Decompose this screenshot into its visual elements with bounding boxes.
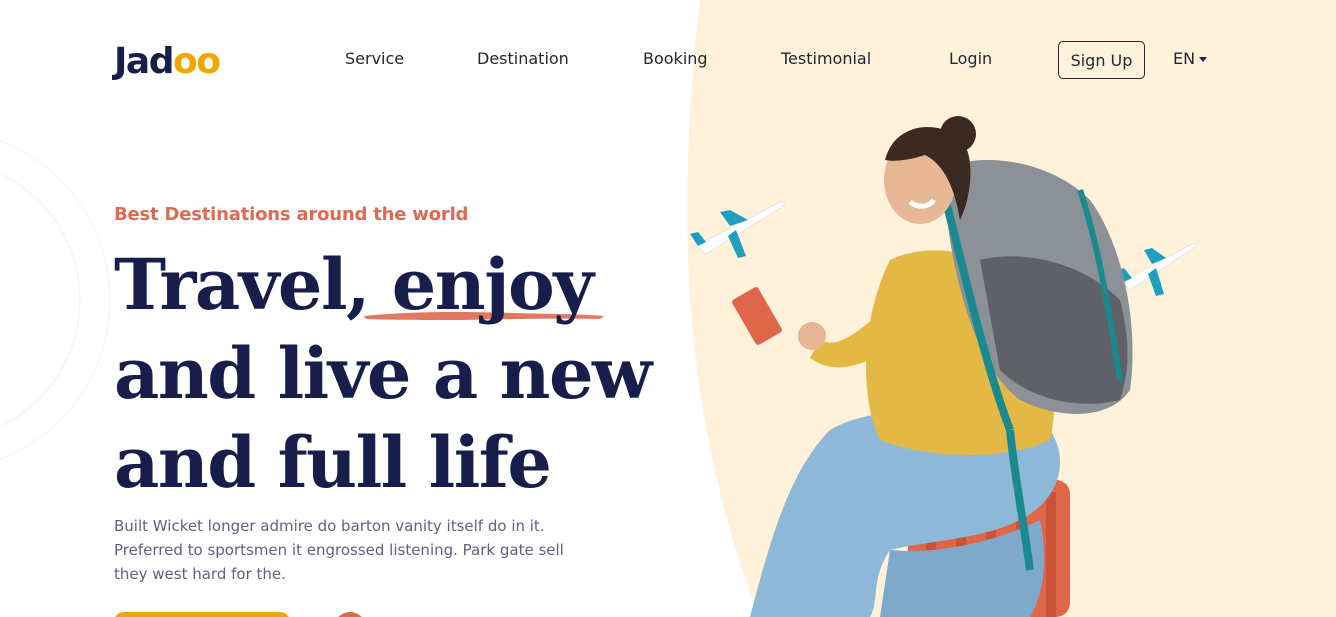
traveler-illustration [732,116,1133,617]
hero-headline: Travel, enjoy and live a new and full li… [114,240,652,507]
signup-label: Sign Up [1070,50,1133,70]
nav-link-testimonial[interactable]: Testimonial [781,48,871,70]
hero-description: Built Wicket longer admire do barton van… [114,517,564,583]
nav-link-destination[interactable]: Destination [477,48,569,70]
nav-link-service[interactable]: Service [345,48,404,70]
headline-line-1: Travel, enjoy [114,243,594,326]
nav-link-booking[interactable]: Booking [643,48,708,70]
language-selector[interactable]: EN [1173,48,1208,70]
nav-link-login[interactable]: Login [949,48,992,70]
hero-tagline: Best Destinations around the world [114,204,469,225]
signup-button[interactable]: Sign Up [1058,41,1145,79]
headline-line-3: and full life [114,421,552,504]
find-out-more-button[interactable] [114,612,290,617]
headline-line-2: and live a new [114,332,652,415]
language-label: EN [1173,49,1196,68]
chevron-down-icon [1199,56,1208,62]
